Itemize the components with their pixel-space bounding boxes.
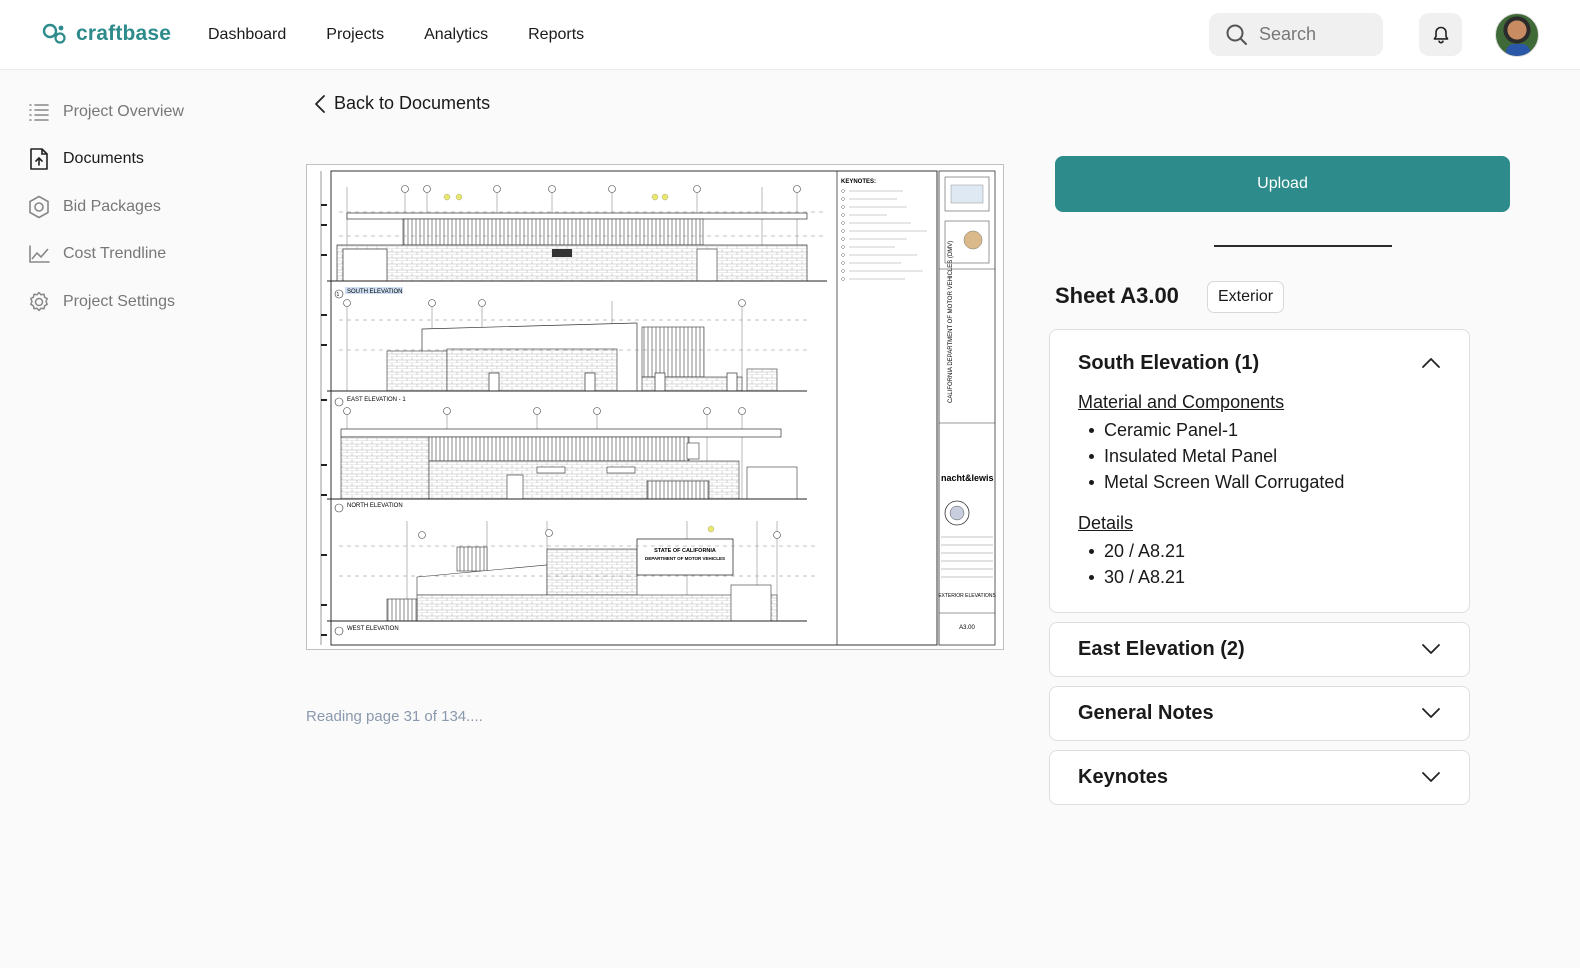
accordion-header[interactable]: South Elevation (1) — [1050, 330, 1469, 392]
search-icon — [1226, 24, 1247, 45]
list-item: 20 / A8.21 — [1078, 538, 1441, 564]
sidebar-item-cost-trendline[interactable]: Cost Trendline — [28, 231, 248, 279]
chevron-down-icon — [1422, 644, 1440, 654]
notifications-button[interactable] — [1419, 13, 1462, 56]
sidebar-item-label: Project Overview — [63, 102, 184, 120]
accordion-body: Material and Components Ceramic Panel-1 … — [1050, 392, 1469, 628]
search-box[interactable] — [1209, 13, 1383, 56]
reading-status: Reading page 31 of 134.... — [306, 708, 483, 725]
search-input[interactable] — [1259, 24, 1369, 45]
elevation-label: WEST ELEVATION — [347, 626, 399, 632]
materials-label: Material and Components — [1078, 392, 1285, 412]
svg-text:1: 1 — [337, 292, 340, 298]
title-block-sheet-title: EXTERIOR ELEVATIONS — [938, 593, 996, 599]
nav-dashboard[interactable]: Dashboard — [208, 26, 286, 44]
nav-analytics[interactable]: Analytics — [424, 26, 488, 44]
user-avatar[interactable] — [1495, 13, 1539, 57]
sheet-title: Sheet A3.00 — [1055, 283, 1179, 308]
brand-name: craftbase — [76, 22, 172, 45]
building-sign-line-1: STATE OF CALIFORNIA — [654, 548, 716, 554]
list-icon — [28, 101, 50, 123]
chevron-down-icon — [1422, 708, 1440, 718]
title-block-project: CALIFORNIA DEPARTMENT OF MOTOR VEHICLES … — [948, 241, 954, 403]
drawing-preview[interactable]: 1 SOUTH ELEVATION EAST ELEVATION - 1 NOR… — [306, 164, 1004, 650]
craftbase-logo-icon — [42, 23, 66, 44]
accordion-east-elevation: East Elevation (2) — [1049, 622, 1470, 677]
hexagon-icon — [28, 195, 50, 219]
accordion-south-elevation: South Elevation (1) Material and Compone… — [1049, 329, 1470, 613]
details-list: 20 / A8.21 30 / A8.21 — [1078, 538, 1441, 590]
bell-icon — [1433, 26, 1448, 44]
accordion-title: South Elevation (1) — [1078, 351, 1260, 374]
list-item: Metal Screen Wall Corrugated — [1078, 469, 1441, 495]
panel-divider — [1214, 245, 1392, 247]
document-upload-icon — [28, 148, 50, 171]
elevation-drawing: 1 SOUTH ELEVATION EAST ELEVATION - 1 NOR… — [320, 170, 996, 646]
title-block-firm: nacht&lewis — [941, 473, 994, 483]
chevron-left-icon — [315, 94, 325, 113]
list-item: 30 / A8.21 — [1078, 564, 1441, 590]
upload-button[interactable]: Upload — [1055, 156, 1510, 212]
accordion-header[interactable]: Keynotes — [1050, 751, 1469, 803]
accordion-title: Keynotes — [1078, 765, 1169, 788]
gear-icon — [28, 291, 50, 313]
nav-reports[interactable]: Reports — [528, 26, 584, 44]
sheet-category-badge: Exterior — [1207, 281, 1285, 313]
sidebar-item-label: Bid Packages — [63, 197, 161, 215]
chevron-up-icon — [1422, 358, 1440, 368]
sidebar-item-bid-packages[interactable]: Bid Packages — [28, 183, 248, 231]
building-sign-line-2: DEPARTMENT OF MOTOR VEHICLES — [645, 556, 725, 561]
sidebar-item-documents[interactable]: Documents — [28, 136, 248, 184]
materials-list: Ceramic Panel-1 Insulated Metal Panel Me… — [1078, 417, 1441, 495]
sidebar: Project Overview Documents Bid Packages … — [28, 88, 248, 326]
accordion-general-notes: General Notes — [1049, 686, 1470, 741]
sidebar-item-label: Cost Trendline — [63, 245, 167, 263]
sidebar-item-label: Project Settings — [63, 292, 176, 310]
elevation-label: SOUTH ELEVATION — [347, 289, 402, 295]
main-nav: Dashboard Projects Analytics Reports — [208, 0, 584, 70]
brand-logo[interactable]: craftbase — [42, 22, 171, 46]
sidebar-item-project-overview[interactable]: Project Overview — [28, 88, 248, 136]
line-chart-icon — [28, 243, 50, 265]
back-to-documents-link[interactable]: Back to Documents — [314, 93, 490, 114]
title-block-sheet-number: A3.00 — [959, 625, 975, 631]
keynotes-heading: KEYNOTES: — [841, 179, 876, 185]
elevation-label: EAST ELEVATION - 1 — [347, 397, 406, 403]
accordion-header[interactable]: General Notes — [1050, 687, 1469, 739]
top-navbar: craftbase Dashboard Projects Analytics R… — [0, 0, 1580, 70]
accordion-keynotes: Keynotes — [1049, 750, 1470, 805]
details-label: Details — [1078, 513, 1134, 533]
accordion-header[interactable]: East Elevation (2) — [1050, 623, 1469, 675]
nav-projects[interactable]: Projects — [326, 26, 384, 44]
accordion-title: General Notes — [1078, 701, 1214, 724]
sidebar-item-label: Documents — [63, 150, 144, 168]
list-item: Insulated Metal Panel — [1078, 443, 1441, 469]
accordion-title: East Elevation (2) — [1078, 637, 1245, 660]
list-item: Ceramic Panel-1 — [1078, 417, 1441, 443]
elevation-label: NORTH ELEVATION — [347, 503, 403, 509]
chevron-down-icon — [1422, 772, 1440, 782]
sidebar-item-project-settings[interactable]: Project Settings — [28, 278, 248, 326]
back-link-label: Back to Documents — [334, 93, 491, 113]
